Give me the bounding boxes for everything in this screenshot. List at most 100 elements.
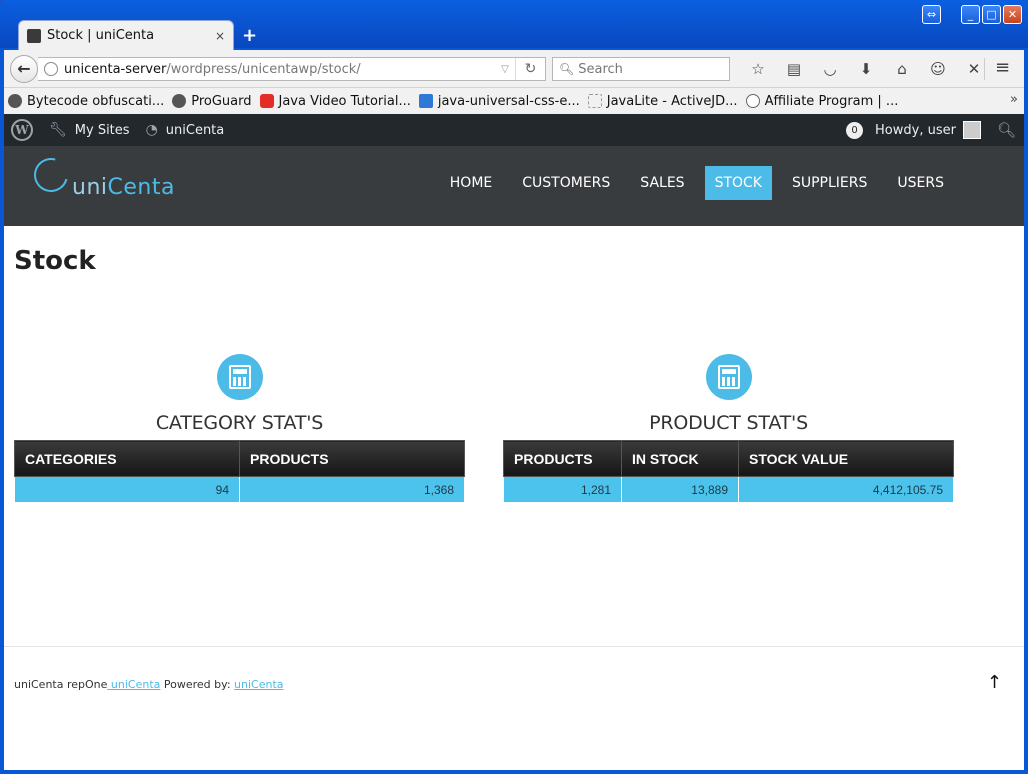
bookmarks-bar: Bytecode obfuscati... ProGuard Java Vide…: [4, 88, 1024, 114]
table-cell: 4,412,105.75: [738, 476, 954, 503]
admin-bar-right: 0 Howdy, user 🔍︎: [846, 114, 1016, 146]
download-icon[interactable]: ⬇: [848, 58, 884, 80]
url-bar[interactable]: unicenta-server/wordpress/unicentawp/sto…: [38, 57, 546, 81]
table-cell: 1,281: [503, 476, 622, 503]
toolbar-icons: ☆ ▤ ◡ ⬇ ⌂ ☺ ✕: [740, 58, 992, 80]
page-content: uniCenta HOME CUSTOMERS SALES STOCK SUPP…: [4, 146, 1024, 770]
search-icon: 🔍︎: [559, 62, 575, 76]
category-stats-title: CATEGORY STAT'S: [155, 412, 324, 434]
bookmark-label: ProGuard: [191, 93, 252, 109]
window-controls: ⇔ _ □ ✕: [922, 5, 1022, 24]
calculator-icon: [705, 354, 752, 400]
product-stats-title: PRODUCT STAT'S: [649, 412, 808, 434]
resize-icon[interactable]: ⇔: [922, 5, 941, 24]
bookmark-label: Java Video Tutorial...: [278, 93, 411, 109]
tab-close-icon[interactable]: ×: [215, 29, 225, 43]
wrench-icon: 🔧︎: [49, 122, 67, 138]
bookmark-label: java-universal-css-e...: [437, 93, 580, 109]
my-sites-menu[interactable]: 🔧︎ My Sites: [49, 122, 130, 138]
url-host: unicenta-server: [64, 61, 167, 77]
chat-icon[interactable]: ☺: [920, 58, 956, 80]
table-cell: 1,368: [239, 476, 465, 503]
dashboard-icon: ◔: [145, 122, 158, 138]
table-row: 1,281 13,889 4,412,105.75: [503, 476, 954, 503]
table-cell: 13,889: [621, 476, 739, 503]
logo-text: uniCenta: [72, 175, 175, 200]
tab-title: Stock | uniCenta: [47, 28, 155, 43]
calculator-icon: [216, 354, 263, 400]
bookmark-item[interactable]: ProGuard: [172, 93, 252, 109]
bookmark-item[interactable]: java-universal-css-e...: [418, 93, 580, 109]
bookmark-label: Bytecode obfuscati...: [27, 93, 165, 109]
site-header: uniCenta HOME CUSTOMERS SALES STOCK SUPP…: [4, 146, 1024, 226]
site-logo[interactable]: uniCenta: [27, 151, 175, 208]
search-input[interactable]: 🔍︎ Search: [552, 57, 730, 81]
search-icon[interactable]: 🔍︎: [997, 121, 1016, 139]
column-header: CATEGORIES: [14, 440, 240, 477]
footer-link-unicenta[interactable]: uniCenta: [107, 678, 161, 691]
wordpress-logo-icon[interactable]: W: [11, 119, 33, 141]
url-path: /wordpress/unicentawp/stock/: [166, 61, 361, 77]
bookmark-item[interactable]: JavaLite - ActiveJD...: [587, 93, 738, 109]
bookmark-star-icon[interactable]: ☆: [740, 58, 776, 80]
close-window-button[interactable]: ✕: [1003, 5, 1022, 24]
bookmark-item[interactable]: Java Video Tutorial...: [259, 93, 411, 109]
footer-link-powered[interactable]: uniCenta: [234, 678, 283, 691]
nav-item-customers[interactable]: CUSTOMERS: [512, 166, 620, 200]
proguard-icon: [172, 94, 187, 108]
bookmark-item[interactable]: Bytecode obfuscati...: [8, 94, 164, 109]
youtube-icon: [259, 94, 274, 108]
nav-item-stock[interactable]: STOCK: [704, 166, 772, 200]
pocket-icon[interactable]: ◡: [812, 58, 848, 80]
column-header: STOCK VALUE: [738, 440, 954, 477]
wordpress-icon: [745, 94, 760, 108]
my-sites-label: My Sites: [74, 122, 130, 138]
wp-admin-bar: W 🔧︎ My Sites ◔ uniCenta 0 Howdy, user 🔍︎: [4, 114, 1024, 146]
site-name-menu[interactable]: ◔ uniCenta: [146, 122, 225, 138]
reading-list-icon[interactable]: ▤: [776, 58, 812, 80]
column-header: IN STOCK: [621, 440, 739, 477]
howdy-user[interactable]: Howdy, user: [875, 123, 956, 138]
hamburger-menu-icon[interactable]: ≡: [984, 58, 1014, 80]
table-row: 94 1,368: [14, 476, 465, 503]
site-name-label: uniCenta: [165, 122, 225, 138]
navigation-toolbar: ← unicenta-server/wordpress/unicentawp/s…: [4, 50, 1024, 88]
nav-item-users[interactable]: USERS: [887, 166, 954, 200]
category-stats-table: CATEGORIES PRODUCTS 94 1,368: [14, 440, 465, 503]
bookmark-label: JavaLite - ActiveJD...: [606, 93, 738, 109]
bookmark-item[interactable]: Affiliate Program | ...: [745, 93, 899, 109]
blank-page-icon: [587, 94, 602, 108]
back-button[interactable]: ←: [10, 55, 38, 83]
nav-item-suppliers[interactable]: SUPPLIERS: [782, 166, 877, 200]
maximize-button[interactable]: □: [982, 5, 1001, 24]
page-title: Stock: [14, 246, 96, 276]
site-favicon-icon: [27, 28, 41, 43]
category-stats-panel: CATEGORY STAT'S CATEGORIES PRODUCTS 94 1…: [14, 354, 465, 503]
globe-icon: [8, 94, 22, 108]
avatar[interactable]: [962, 121, 981, 139]
logo-prefix: uni: [72, 175, 108, 200]
browser-tab-active[interactable]: Stock | uniCenta ×: [18, 20, 234, 50]
product-stats-panel: PRODUCT STAT'S PRODUCTS IN STOCK STOCK V…: [503, 354, 954, 503]
browser-window: ⇔ _ □ ✕ Stock | uniCenta × + ← unicenta-…: [0, 0, 1028, 774]
footer-text: uniCenta repOne: [14, 678, 108, 691]
nav-item-home[interactable]: HOME: [440, 166, 502, 200]
new-tab-button[interactable]: +: [242, 25, 257, 46]
url-text[interactable]: unicenta-server/wordpress/unicentawp/sto…: [64, 62, 495, 77]
minimize-button[interactable]: _: [961, 5, 980, 24]
scroll-to-top-icon[interactable]: ↑: [987, 672, 1002, 693]
nav-item-sales[interactable]: SALES: [630, 166, 694, 200]
comments-count-badge[interactable]: 0: [846, 121, 864, 139]
column-header: PRODUCTS: [239, 440, 465, 477]
bookmarks-overflow-icon[interactable]: »: [1010, 92, 1018, 107]
logo-suffix: Centa: [107, 175, 175, 200]
main-nav: HOME CUSTOMERS SALES STOCK SUPPLIERS USE…: [430, 166, 954, 200]
bookmark-label: Affiliate Program | ...: [764, 93, 899, 109]
url-dropdown-icon[interactable]: ▽: [495, 64, 515, 75]
search-placeholder: Search: [578, 61, 623, 77]
site-identity-icon[interactable]: [44, 62, 58, 76]
home-icon[interactable]: ⌂: [884, 58, 920, 80]
reload-icon[interactable]: ↻: [515, 58, 545, 80]
footer-divider: [4, 646, 1024, 647]
logo-ring-icon: [27, 151, 75, 199]
